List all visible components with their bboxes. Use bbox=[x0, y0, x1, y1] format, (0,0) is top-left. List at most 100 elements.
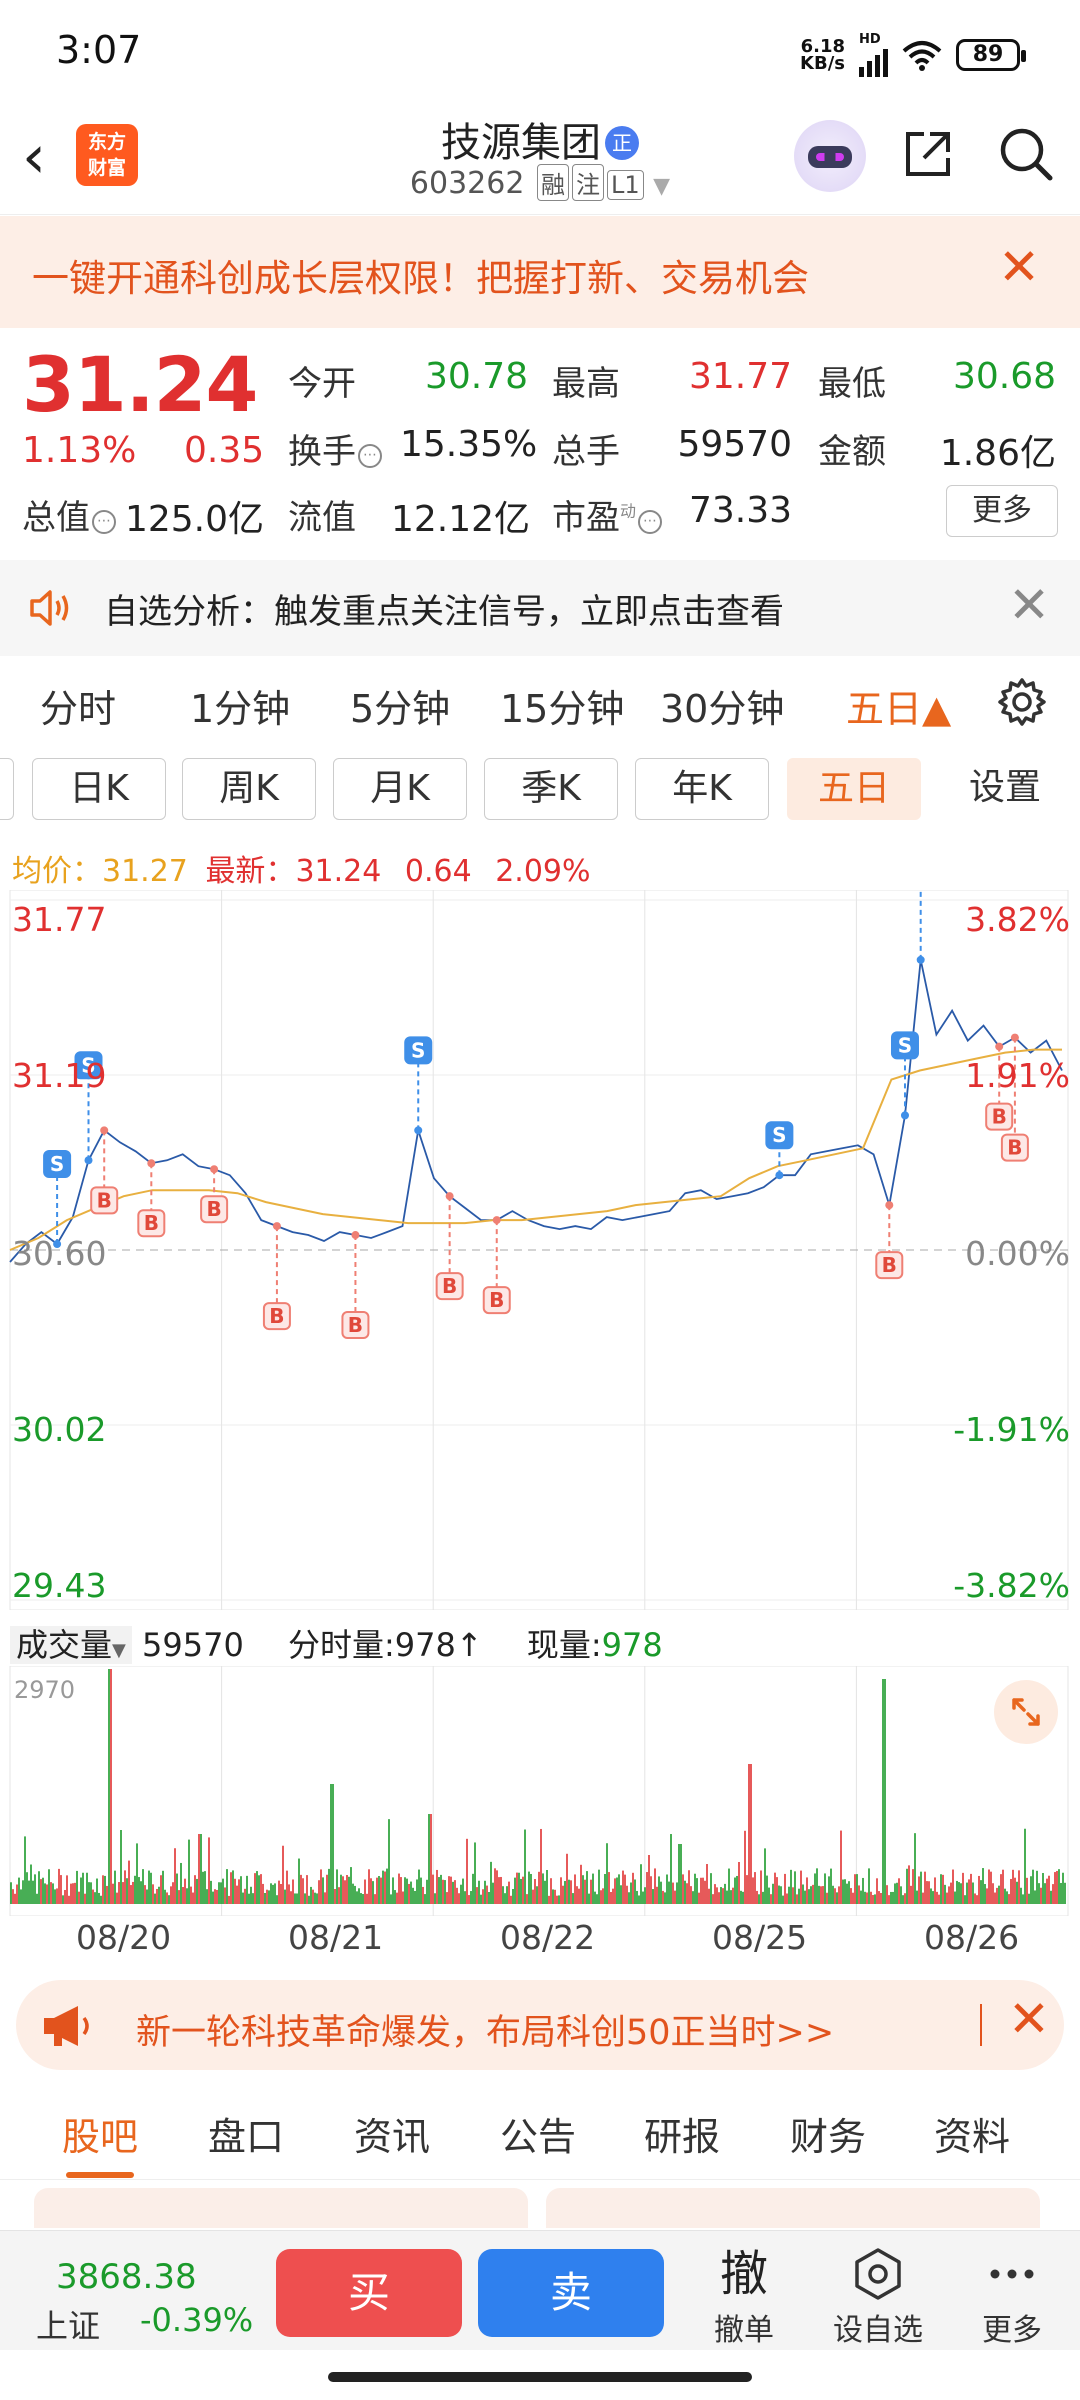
share-icon[interactable] bbox=[900, 126, 956, 182]
change-percent: 1.13% bbox=[22, 430, 137, 471]
y-right-tick: 0.00% bbox=[965, 1234, 1070, 1273]
robot-avatar-icon[interactable] bbox=[794, 120, 866, 192]
volume-value: 59570 bbox=[677, 424, 792, 465]
add-watchlist-button[interactable]: 设自选 bbox=[828, 2247, 928, 2349]
tab-15min[interactable]: 15分钟 bbox=[500, 678, 624, 733]
info-icon[interactable]: ⋯ bbox=[92, 510, 116, 534]
info-icon[interactable]: ⋯ bbox=[638, 510, 663, 534]
analysis-text[interactable]: 自选分析：触发重点关注信号，立即点击查看 bbox=[104, 584, 784, 633]
battery-indicator: 89 bbox=[956, 38, 1026, 71]
cancel-order-button[interactable]: 撤 撤单 bbox=[694, 2247, 794, 2349]
volume-chart[interactable]: 2970 bbox=[0, 1666, 1080, 1916]
tab-orderbook[interactable]: 盘口 bbox=[208, 2106, 284, 2161]
y-left-tick: 29.43 bbox=[12, 1566, 107, 1605]
card-peek-left[interactable] bbox=[34, 2188, 528, 2228]
index-value[interactable]: 3868.38 bbox=[56, 2257, 197, 2297]
promo2-text[interactable]: 新一轮科技革命爆发，布局科创50正当时>> bbox=[136, 2004, 834, 2055]
more-button[interactable]: 更多 bbox=[962, 2247, 1062, 2349]
tab-five-day-k[interactable]: 五日 bbox=[787, 758, 921, 820]
tab-intraday[interactable]: 分时 bbox=[40, 678, 116, 733]
volume-chart-svg[interactable] bbox=[0, 1666, 1080, 1916]
tab-5min[interactable]: 5分钟 bbox=[350, 678, 450, 733]
latest-change-pct: 2.09% bbox=[495, 854, 591, 889]
card-peek-right[interactable] bbox=[546, 2188, 1040, 2228]
turnover-label: 换手 ⋯ bbox=[288, 424, 382, 473]
bottom-action-bar: 3868.38 上证 -0.39% 买 卖 撤 撤单 设自选 更多 bbox=[0, 2230, 1080, 2350]
pe-label: 市盈动⋯ bbox=[552, 490, 663, 539]
tab-1min[interactable]: 1分钟 bbox=[190, 678, 290, 733]
amount-value: 1.86亿 bbox=[939, 433, 1056, 474]
close-icon[interactable]: ✕ bbox=[1008, 1990, 1050, 2048]
tab-research[interactable]: 研报 bbox=[644, 2106, 720, 2161]
trade-marker-label: B bbox=[97, 1188, 112, 1212]
search-icon[interactable] bbox=[996, 124, 1056, 184]
tab-hidden-left[interactable] bbox=[0, 758, 14, 820]
trade-marker-dot bbox=[445, 1192, 454, 1201]
home-indicator bbox=[328, 2372, 752, 2382]
tab-news[interactable]: 资讯 bbox=[354, 2106, 430, 2161]
tab-30min[interactable]: 30分钟 bbox=[660, 678, 784, 733]
quote-panel: 31.24 1.13% 0.35 今开 30.78 最高 31.77 最低 30… bbox=[0, 330, 1080, 545]
volume-info: 成交量▼ 59570 分时量:978↑ 现量:978 bbox=[10, 1620, 1080, 1664]
analysis-bar[interactable]: 自选分析：触发重点关注信号，立即点击查看 ✕ bbox=[0, 560, 1080, 656]
index-change[interactable]: -0.39% bbox=[140, 2301, 253, 2339]
price-chart-svg[interactable]: SSSSSSBBBBBBBBBB bbox=[0, 890, 1080, 1610]
trade-marker-label: B bbox=[489, 1288, 504, 1312]
volume-indicator-dropdown[interactable]: 成交量▼ bbox=[10, 1626, 132, 1664]
expand-icon[interactable] bbox=[994, 1680, 1058, 1744]
net-speed: 6.18 KB/s bbox=[800, 35, 845, 74]
tab-five-day[interactable]: 五日▲ bbox=[846, 678, 951, 733]
buy-button[interactable]: 买 bbox=[276, 2249, 462, 2337]
up-arrow-icon: ↑ bbox=[455, 1626, 483, 1664]
open-label: 今开 bbox=[288, 364, 356, 404]
tab-guba[interactable]: 股吧 bbox=[62, 2106, 138, 2178]
close-icon[interactable]: ✕ bbox=[998, 238, 1040, 296]
trade-marker-label: B bbox=[882, 1253, 897, 1277]
tag-level: L1 bbox=[606, 170, 644, 200]
trade-marker-dot bbox=[775, 1171, 784, 1180]
tab-profile[interactable]: 资料 bbox=[934, 2106, 1010, 2161]
tab-daily-k[interactable]: 日K bbox=[32, 758, 166, 820]
tag-registration: 注 bbox=[571, 164, 604, 201]
trade-marker-dot bbox=[351, 1231, 360, 1240]
caret-down-icon[interactable]: ▼ bbox=[653, 174, 670, 199]
status-icons: 6.18 KB/s HD 89 bbox=[800, 32, 1026, 77]
trade-marker-label: S bbox=[411, 1038, 425, 1062]
promo-text[interactable]: 一键开通科创成长层权限！把握打新、交易机会 bbox=[32, 248, 809, 302]
trade-marker-label: B bbox=[144, 1211, 159, 1235]
clock: 3:07 bbox=[56, 28, 142, 72]
mktcap-label: 总值 ⋯ bbox=[22, 490, 116, 539]
index-name[interactable]: 上证 bbox=[36, 2301, 100, 2347]
tab-quarterly-k[interactable]: 季K bbox=[484, 758, 618, 820]
period-tabs: 分时 1分钟 5分钟 15分钟 30分钟 五日▲ bbox=[0, 660, 1080, 746]
trade-marker-dot bbox=[995, 1042, 1004, 1051]
more-quote-button[interactable]: 更多 bbox=[946, 485, 1058, 537]
close-icon[interactable]: ✕ bbox=[1008, 576, 1050, 634]
minute-volume: 分时量:978 bbox=[288, 1626, 456, 1664]
y-right-tick: -1.91% bbox=[953, 1410, 1070, 1449]
mktcap-value: 125.0亿 bbox=[124, 499, 264, 540]
sell-button[interactable]: 卖 bbox=[478, 2249, 664, 2337]
divider bbox=[980, 2004, 982, 2046]
gear-icon[interactable] bbox=[996, 676, 1048, 728]
x-tick-date: 08/21 bbox=[288, 1918, 384, 1957]
promo-banner-2[interactable]: 新一轮科技革命爆发，布局科创50正当时>> ✕ bbox=[16, 1980, 1064, 2070]
tab-finance[interactable]: 财务 bbox=[790, 2106, 866, 2161]
trade-marker-dot bbox=[885, 1201, 894, 1210]
trade-marker-dot bbox=[100, 1126, 109, 1135]
stock-header: ‹ 东方 财富 技源集团正 603262 融注 L1 ▼ bbox=[0, 100, 1080, 215]
tab-announcements[interactable]: 公告 bbox=[500, 2106, 576, 2161]
trade-marker-dot bbox=[414, 1126, 423, 1135]
tab-weekly-k[interactable]: 周K bbox=[182, 758, 316, 820]
trade-marker-label: S bbox=[898, 1033, 912, 1057]
info-icon[interactable]: ⋯ bbox=[358, 444, 382, 468]
tab-monthly-k[interactable]: 月K bbox=[333, 758, 467, 820]
wifi-icon bbox=[902, 40, 942, 71]
promo-banner[interactable]: 一键开通科创成长层权限！把握打新、交易机会 ✕ bbox=[0, 216, 1080, 328]
x-tick-date: 08/22 bbox=[500, 1918, 596, 1957]
price-chart[interactable]: SSSSSSBBBBBBBBBB 31.77 31.19 30.60 30.02… bbox=[0, 890, 1080, 1610]
volume-scale-max: 2970 bbox=[14, 1676, 76, 1704]
tab-settings[interactable]: 设置 bbox=[938, 758, 1072, 820]
tab-yearly-k[interactable]: 年K bbox=[635, 758, 769, 820]
float-label: 流值 bbox=[288, 498, 356, 538]
